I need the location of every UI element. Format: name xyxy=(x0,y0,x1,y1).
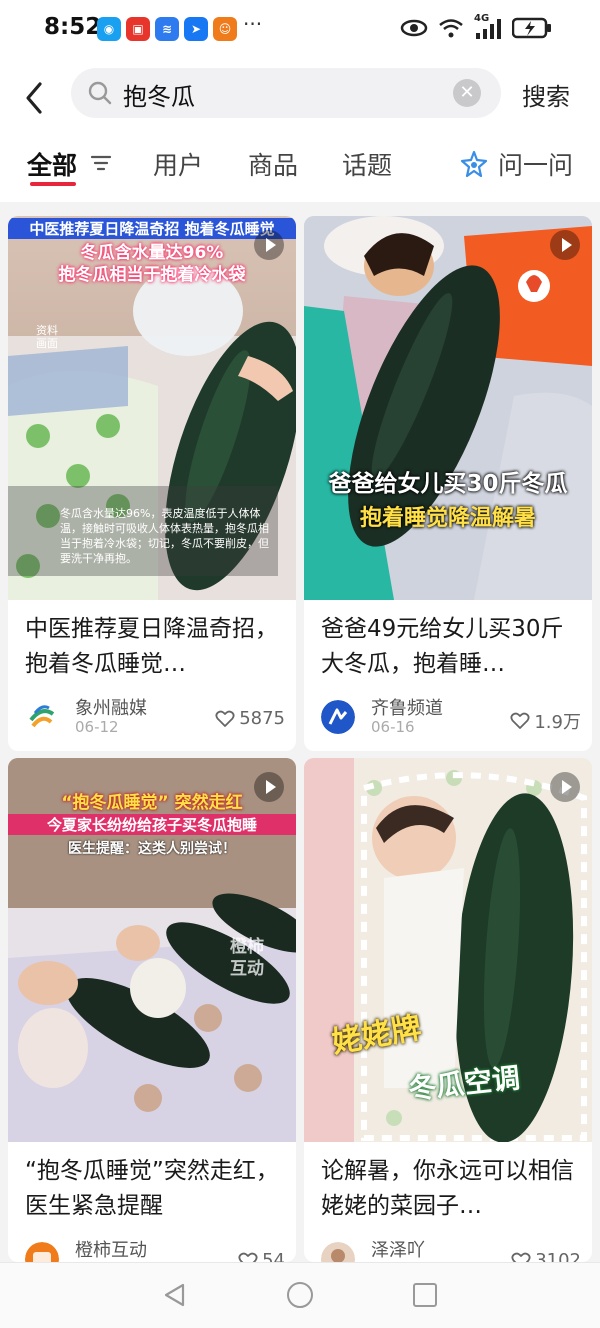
feed-card[interactable]: 中医推荐夏日降温奇招 抱着冬瓜睡觉 冬瓜含水量达96% 抱冬瓜相当于抱着冷水袋 … xyxy=(8,216,296,751)
chat-app-icon: ◉ xyxy=(97,17,121,41)
search-button[interactable]: 搜索 xyxy=(522,77,570,112)
voice-app-icon: ≋ xyxy=(155,17,179,41)
like-count-value: 3102 xyxy=(535,1250,581,1262)
tab-users[interactable]: 用户 xyxy=(153,146,203,182)
back-arrow-icon xyxy=(26,82,42,114)
system-nav-bar xyxy=(0,1262,600,1328)
tab-products[interactable]: 商品 xyxy=(248,146,298,182)
play-icon xyxy=(254,230,284,260)
play-icon xyxy=(550,230,580,260)
author-name: 齐鲁频道 xyxy=(371,698,443,719)
heart-icon xyxy=(215,710,235,727)
video-thumbnail: “抱冬瓜睡觉” 突然走红 今夏家长纷纷给孩子买冬瓜抱睡 医生提醒：这类人别尝试！… xyxy=(8,758,296,1142)
source-label: 资料画面 xyxy=(36,324,58,350)
like-count-value: 5875 xyxy=(239,708,285,729)
search-tabs: 全部 用户 商品 话题 问一问 xyxy=(0,130,600,202)
nav-back-icon[interactable] xyxy=(163,1283,185,1307)
clear-search-icon[interactable]: ✕ xyxy=(453,79,481,107)
overlay-line: 抱着睡觉降温解暑 xyxy=(359,506,536,531)
search-input[interactable]: 抱冬瓜 xyxy=(123,77,195,112)
card-author[interactable]: 橙柿互动 54 xyxy=(25,1236,285,1262)
card-author[interactable]: 齐鲁频道 06-16 1.9万 xyxy=(321,694,581,736)
back-button[interactable] xyxy=(22,74,62,114)
overlay-line: 今夏家长纷纷给孩子买冬瓜抱睡 xyxy=(8,814,296,835)
feed-card[interactable]: “抱冬瓜睡觉” 突然走红 今夏家长纷纷给孩子买冬瓜抱睡 医生提醒：这类人别尝试！… xyxy=(8,758,296,1262)
card-title[interactable]: “抱冬瓜睡觉”突然走红，医生紧急提醒 xyxy=(25,1154,281,1224)
author-name: 橙柿互动 xyxy=(75,1240,147,1261)
avatar xyxy=(321,1242,355,1262)
play-icon xyxy=(254,772,284,802)
like-count-value: 1.9万 xyxy=(534,712,581,733)
avatar xyxy=(25,1242,59,1262)
nav-recents-icon[interactable] xyxy=(413,1283,437,1307)
active-tab-indicator xyxy=(30,182,76,186)
nav-home-icon[interactable] xyxy=(287,1282,313,1308)
tab-all[interactable]: 全部 xyxy=(27,146,77,182)
thumbnail-image xyxy=(304,216,592,600)
video-thumbnail: 姥姥牌 冬瓜空调 xyxy=(304,758,592,1142)
video-thumbnail: 爸爸给女儿买30斤冬瓜 抱着睡觉降温解暑 xyxy=(304,216,592,600)
card-author[interactable]: 泽泽吖 3102 xyxy=(321,1236,581,1262)
overlay-line: 医生提醒：这类人别尝试！ xyxy=(68,841,236,857)
battery-icon xyxy=(511,17,552,43)
post-date: 06-16 xyxy=(371,718,415,736)
author-name: 泽泽吖 xyxy=(371,1240,425,1261)
overlay-line: 爸爸给女儿买30斤冬瓜 xyxy=(328,471,568,497)
heart-icon xyxy=(510,712,530,729)
heart-icon xyxy=(238,1252,258,1262)
orange-app-icon: ☺ xyxy=(213,17,237,41)
like-count[interactable]: 54 xyxy=(238,1250,285,1262)
filter-icon[interactable] xyxy=(90,154,112,172)
map-app-icon: ➤ xyxy=(184,17,208,41)
search-header: 抱冬瓜 ✕ 搜索 xyxy=(0,60,600,130)
channel-watermark: 橙柿互动 xyxy=(230,937,264,979)
card-title[interactable]: 中医推荐夏日降温奇招，抱着冬瓜睡觉… xyxy=(25,612,281,682)
play-icon xyxy=(550,772,580,802)
overlay-headline: “抱冬瓜睡觉” 突然走红 xyxy=(61,793,243,813)
network-type: 4G xyxy=(474,13,490,24)
feed-card[interactable]: 爸爸给女儿买30斤冬瓜 抱着睡觉降温解暑 爸爸49元给女儿买30斤大冬瓜，抱着睡… xyxy=(304,216,592,751)
avatar xyxy=(25,700,59,734)
red-app-icon: ▣ xyxy=(126,17,150,41)
status-time: 8:52 xyxy=(44,14,102,40)
like-count[interactable]: 3102 xyxy=(511,1250,581,1262)
like-count-value: 54 xyxy=(262,1250,285,1262)
search-box[interactable]: 抱冬瓜 ✕ xyxy=(71,68,501,118)
search-icon xyxy=(88,81,112,105)
wifi-icon xyxy=(438,17,464,43)
like-count[interactable]: 5875 xyxy=(215,708,285,729)
overlay-caption: 冬瓜含水量达96%，表皮温度低于人体体温，接触时可吸收人体体表热量，抱冬瓜相当于… xyxy=(60,507,269,565)
card-title[interactable]: 论解暑，你永远可以相信姥姥的菜园子… xyxy=(321,1154,577,1224)
feed-card[interactable]: 姥姥牌 冬瓜空调 论解暑，你永远可以相信姥姥的菜园子… 泽泽吖 3102 xyxy=(304,758,592,1262)
post-date: 06-12 xyxy=(75,718,119,736)
eye-icon xyxy=(400,18,428,42)
card-author[interactable]: 象州融媒 06-12 5875 xyxy=(25,694,285,736)
status-bar: 8:52 ◉ ▣ ≋ ➤ ☺ ··· 4G xyxy=(0,0,600,60)
card-title[interactable]: 爸爸49元给女儿买30斤大冬瓜，抱着睡… xyxy=(321,612,577,682)
more-notifications-icon: ··· xyxy=(243,12,263,36)
overlay-line: 抱冬瓜相当于抱着冷水袋 xyxy=(58,265,246,285)
overlay-headline: 中医推荐夏日降温奇招 抱着冬瓜睡觉 xyxy=(8,218,296,239)
video-thumbnail: 中医推荐夏日降温奇招 抱着冬瓜睡觉 冬瓜含水量达96% 抱冬瓜相当于抱着冷水袋 … xyxy=(8,216,296,600)
tab-ask[interactable]: 问一问 xyxy=(498,146,573,182)
avatar xyxy=(321,700,355,734)
tab-topics[interactable]: 话题 xyxy=(342,146,392,182)
signal-icon: 4G xyxy=(474,13,502,43)
heart-icon xyxy=(511,1252,531,1262)
like-count[interactable]: 1.9万 xyxy=(510,708,581,734)
sparkle-icon xyxy=(460,150,488,178)
author-name: 象州融媒 xyxy=(75,698,147,719)
